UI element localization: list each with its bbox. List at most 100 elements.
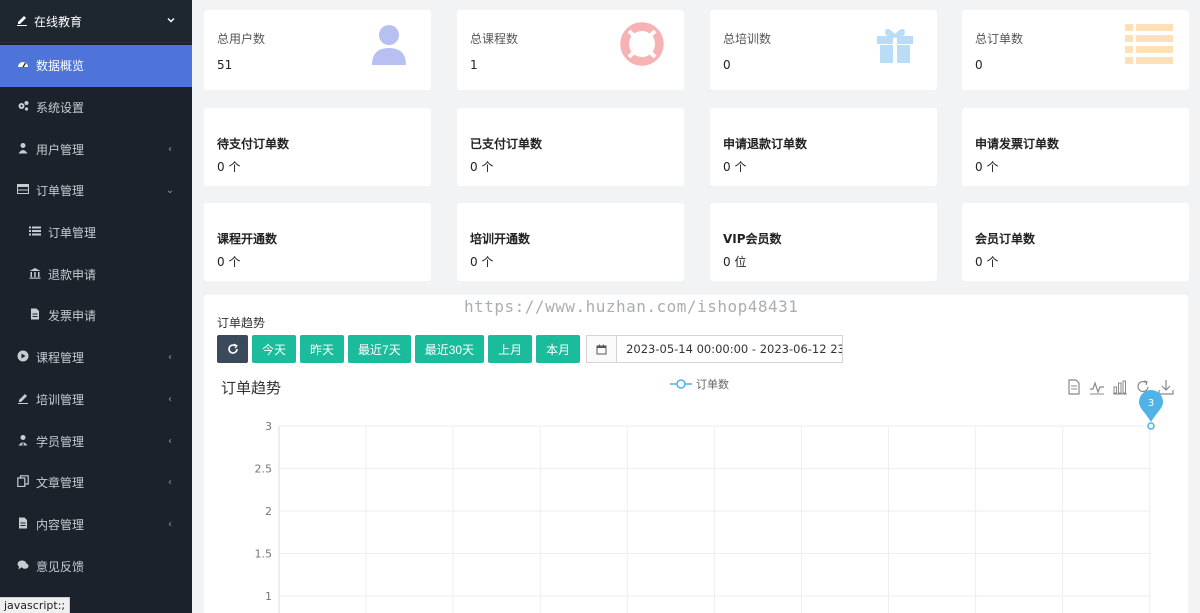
file-icon (28, 308, 41, 323)
stat-title: 已支付订单数 (470, 137, 543, 151)
refresh-button[interactable] (217, 335, 248, 363)
stat-title: 课程开通数 (217, 232, 278, 246)
chart-title: 订单趋势 (221, 379, 282, 397)
copy-icon (16, 475, 29, 490)
sidebar-item-12[interactable]: 意见反馈 (0, 545, 192, 587)
play-circle-icon (16, 350, 29, 365)
stat-value: 0 个 (975, 160, 999, 174)
stat-value: 0 个 (217, 255, 241, 269)
sidebar-item-5[interactable]: 退款申请 (0, 253, 192, 295)
y-tick-label: 1 (265, 590, 272, 603)
sidebar: 在线教育 数据概览系统设置用户管理 ‹ 订单管理 ⌄ 订单管理退款申请发票申请 课程管理 ‹… (0, 0, 192, 613)
stat-card: 总用户数 51 (204, 10, 431, 90)
stat-value: 0 个 (470, 255, 494, 269)
sidebar-item-label: 培训管理 (36, 392, 85, 407)
sidebar-item-8[interactable]: 培训管理 ‹ (0, 379, 192, 421)
sidebar-header-label: 在线教育 (34, 14, 83, 29)
stat-title: 总订单数 (975, 32, 1024, 46)
main-content: 总用户数 51 总课程数 1 总培训数 0 总订单数 0 待支付订单数 0 个 已支付订单… (192, 0, 1200, 613)
range-button-3[interactable]: 最近30天 (414, 335, 485, 363)
stat-card: 申请退款订单数 0 个 (710, 108, 937, 186)
user-silhouette-icon (367, 22, 411, 66)
table-icon (16, 183, 29, 198)
bank-icon (28, 267, 41, 282)
stat-card: 申请发票订单数 0 个 (962, 108, 1189, 186)
sidebar-item-10[interactable]: 文章管理 ‹ (0, 462, 192, 504)
chevron-left-icon: ‹ (168, 435, 172, 447)
sidebar-item-label: 学员管理 (36, 434, 85, 449)
panel-title: 订单趋势 (217, 316, 266, 330)
chevron-down-icon: ⌄ (165, 185, 175, 197)
sidebar-item-0[interactable]: 数据概览 (0, 45, 192, 87)
list-icon (1125, 22, 1173, 66)
lifebuoy-icon (620, 22, 664, 66)
stat-title: VIP会员数 (723, 232, 782, 246)
chevron-left-icon: ‹ (168, 393, 172, 405)
legend-line-icon (670, 378, 692, 390)
sidebar-item-label: 内容管理 (36, 517, 85, 532)
user-icon (16, 142, 29, 157)
range-button-4[interactable]: 上月 (488, 335, 533, 363)
chevron-left-icon: ‹ (168, 143, 172, 155)
pen-icon (16, 392, 29, 407)
y-tick-label: 2.5 (255, 463, 273, 476)
data-point[interactable] (1147, 422, 1155, 430)
sidebar-item-11[interactable]: 内容管理 ‹ (0, 504, 192, 546)
sidebar-item-9[interactable]: 学员管理 ‹ (0, 420, 192, 462)
sidebar-item-label: 意见反馈 (36, 559, 85, 574)
stat-value: 51 (217, 58, 233, 72)
bar-chart-icon[interactable] (1112, 379, 1128, 395)
y-tick-label: 2 (265, 505, 272, 518)
sidebar-item-label: 用户管理 (36, 142, 85, 157)
date-range-input[interactable]: 2023-05-14 00:00:00 - 2023-06-12 23:59:5… (617, 336, 842, 362)
stat-title: 培训开通数 (470, 232, 531, 246)
sidebar-item-2[interactable]: 用户管理 ‹ (0, 128, 192, 170)
stat-card: 培训开通数 0 个 (457, 203, 684, 281)
gears-icon (16, 100, 29, 115)
y-tick-label: 1.5 (255, 548, 273, 561)
legend-label: 订单数 (696, 378, 729, 391)
sidebar-item-6[interactable]: 发票申请 (0, 295, 192, 337)
pen-icon (16, 14, 28, 29)
sidebar-header[interactable]: 在线教育 (0, 0, 192, 43)
data-view-icon[interactable] (1066, 379, 1082, 395)
range-button-5[interactable]: 本月 (536, 335, 581, 363)
chevron-left-icon: ‹ (168, 352, 172, 364)
stat-value: 0 位 (723, 255, 747, 269)
stat-card: 总订单数 0 (962, 10, 1189, 90)
stat-title: 申请退款订单数 (723, 137, 808, 151)
range-button-2[interactable]: 最近7天 (348, 335, 411, 363)
sidebar-item-1[interactable]: 系统设置 (0, 87, 192, 129)
restore-icon[interactable] (1135, 379, 1151, 395)
date-range-picker[interactable]: 2023-05-14 00:00:00 - 2023-06-12 23:59:5… (586, 335, 844, 363)
stat-title: 待支付订单数 (217, 137, 290, 151)
y-tick-label: 3 (265, 420, 272, 433)
range-button-1[interactable]: 昨天 (300, 335, 345, 363)
browser-status-bar: javascript:; (0, 597, 71, 613)
chart-toolbox (1066, 379, 1174, 395)
student-icon (16, 434, 29, 449)
sidebar-item-label: 退款申请 (48, 267, 97, 282)
sidebar-item-label: 数据概览 (36, 59, 85, 74)
sidebar-item-4[interactable]: 订单管理 (0, 212, 192, 254)
markpoint-label: 3 (1148, 398, 1154, 409)
dashboard-icon (16, 58, 29, 73)
stat-value: 0 个 (723, 160, 747, 174)
range-button-0[interactable]: 今天 (252, 335, 297, 363)
stat-value: 0 (723, 58, 731, 72)
sidebar-item-3[interactable]: 订单管理 ⌄ (0, 170, 192, 212)
stat-title: 会员订单数 (975, 232, 1036, 246)
stat-card: 已支付订单数 0 个 (457, 108, 684, 186)
calendar-icon (587, 336, 618, 362)
stat-card: 课程开通数 0 个 (204, 203, 431, 281)
chevron-down-icon (166, 14, 176, 28)
stat-title: 总课程数 (470, 32, 519, 46)
stat-card: 总课程数 1 (457, 10, 684, 90)
chart-legend[interactable]: 订单数 (670, 376, 729, 392)
gift-icon (873, 22, 917, 66)
stat-title: 总用户数 (217, 32, 266, 46)
line-chart-icon[interactable] (1089, 379, 1105, 395)
sidebar-item-7[interactable]: 课程管理 ‹ (0, 337, 192, 379)
download-icon[interactable] (1158, 379, 1174, 395)
stat-title: 总培训数 (723, 32, 772, 46)
